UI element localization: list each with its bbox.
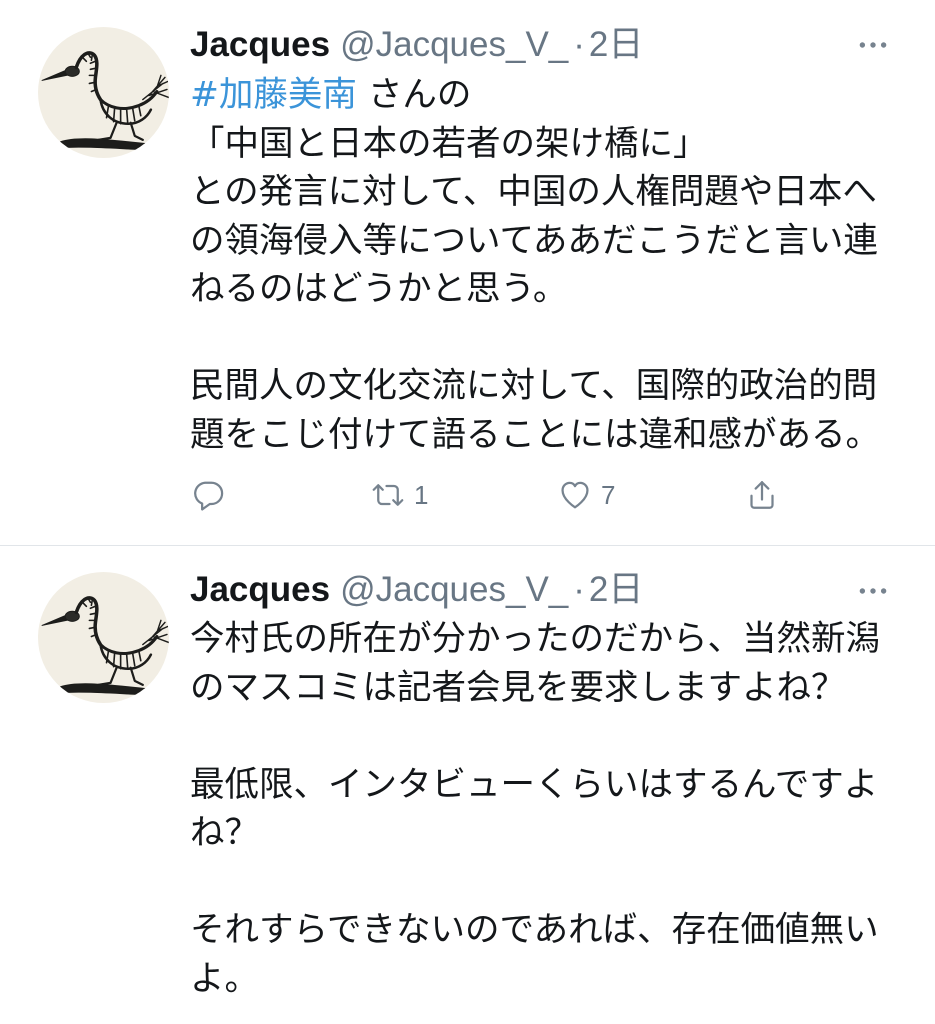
tweet-text-line: 民間人の文化交流に対して、国際的政治的問 [190,366,878,406]
avatar[interactable] [38,27,169,158]
tweet-text-line: 「中国と日本の若者の架け橋に」 [190,123,708,164]
like-button[interactable]: 7 [557,477,615,513]
tweet-header: Jacques @Jacques_V_ · 2日 [190,24,643,66]
tweet-header: Jacques @Jacques_V_ · 2日 [190,569,643,611]
tweet-paragraph: 今村氏の所在が分かったのだから、当然新潟 のマスコミは記者会見を要求しますよね？ [190,615,935,712]
more-icon[interactable] [856,28,890,62]
avatar-bird-image [41,51,169,151]
hashtag-link[interactable]: #加藤美南 [190,75,357,115]
avatar-bird-image [41,596,169,696]
separator-dot: · [573,570,585,609]
retweet-icon[interactable] [370,477,406,513]
tweet-text-line: 最低限、インタビューくらいはするんですよ [190,764,879,805]
tweet-text-line: 今村氏の所在が分かったのだから、当然新潟 [190,619,880,659]
timeline: Jacques @Jacques_V_ · 2日 #加藤美南 さんの 「中国と日本の若… [0,0,935,1024]
author-handle[interactable]: @Jacques_V_ [340,25,568,64]
author-name[interactable]: Jacques [190,25,330,64]
author-handle[interactable]: @Jacques_V_ [340,570,568,609]
reply-icon[interactable] [190,477,226,513]
tweet-text-line: それすらできないのであれば、存在価値無い [190,910,879,950]
tweet-text-line: のマスコミは記者会見を要求しますよね？ [190,667,846,708]
reply-button[interactable] [190,477,226,513]
heart-icon[interactable] [557,477,593,513]
more-icon[interactable] [856,574,890,608]
tweet-text-line: ねるのはどうかと思う。 [190,269,568,309]
tweet-text-line: ね？ [190,813,259,853]
tweet-text-segment: さんの [356,75,472,115]
author-name[interactable]: Jacques [190,570,330,609]
retweet-button[interactable]: 1 [370,477,428,513]
share-icon[interactable] [744,477,780,513]
tweet-actions: 1 7 [0,477,935,513]
tweet-text-line: の領海侵入等についてああだこうだと言い連 [190,220,878,261]
separator-dot: · [573,25,585,64]
tweet-timestamp[interactable]: 2日 [589,25,643,64]
tweet-paragraph: #加藤美南 さんの 「中国と日本の若者の架け橋に」 との発言に対して、中国の人権… [190,71,935,314]
tweet-text: 今村氏の所在が分かったのだから、当然新潟 のマスコミは記者会見を要求しますよね？… [190,615,935,1003]
tweet-text-line: との発言に対して、中国の人権問題や日本へ [190,172,877,212]
more-options-button[interactable] [856,28,890,62]
more-options-button[interactable] [856,574,890,608]
tweet-text-line: #加藤美南 さんの [190,71,935,120]
tweet[interactable]: Jacques @Jacques_V_ · 2日 #加藤美南 さんの 「中国と日本の若… [0,0,935,545]
tweet-text: #加藤美南 さんの 「中国と日本の若者の架け橋に」 との発言に対して、中国の人権… [190,71,935,459]
retweet-count: 1 [414,480,429,510]
share-button[interactable] [744,477,780,513]
tweet-paragraph: 民間人の文化交流に対して、国際的政治的問 題をこじ付けて語ることには違和感がある… [190,362,935,459]
tweet-text-line: よ。 [190,958,259,999]
tweet-paragraph: 最低限、インタビューくらいはするんですよ ね？ [190,761,935,858]
like-count: 7 [601,480,616,510]
tweet-timestamp[interactable]: 2日 [589,570,643,609]
tweet-text-line: 題をこじ付けて語ることには違和感がある。 [190,414,880,455]
tweet[interactable]: Jacques @Jacques_V_ · 2日 今村氏の所在が分かったのだから、当然… [0,546,935,1024]
avatar[interactable] [38,572,169,703]
tweet-paragraph: それすらできないのであれば、存在価値無い よ。 [190,906,935,1003]
